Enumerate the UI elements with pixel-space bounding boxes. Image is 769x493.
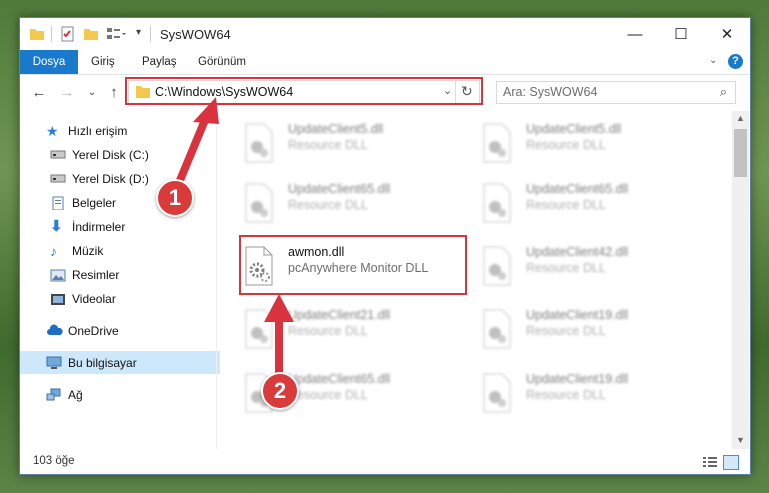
arrow-head-icon [264,294,294,322]
step-1-badge: 1 [156,179,194,217]
annotation-arrows [172,97,294,382]
arrow-head-icon [193,97,219,124]
step-2-badge: 2 [261,372,299,410]
